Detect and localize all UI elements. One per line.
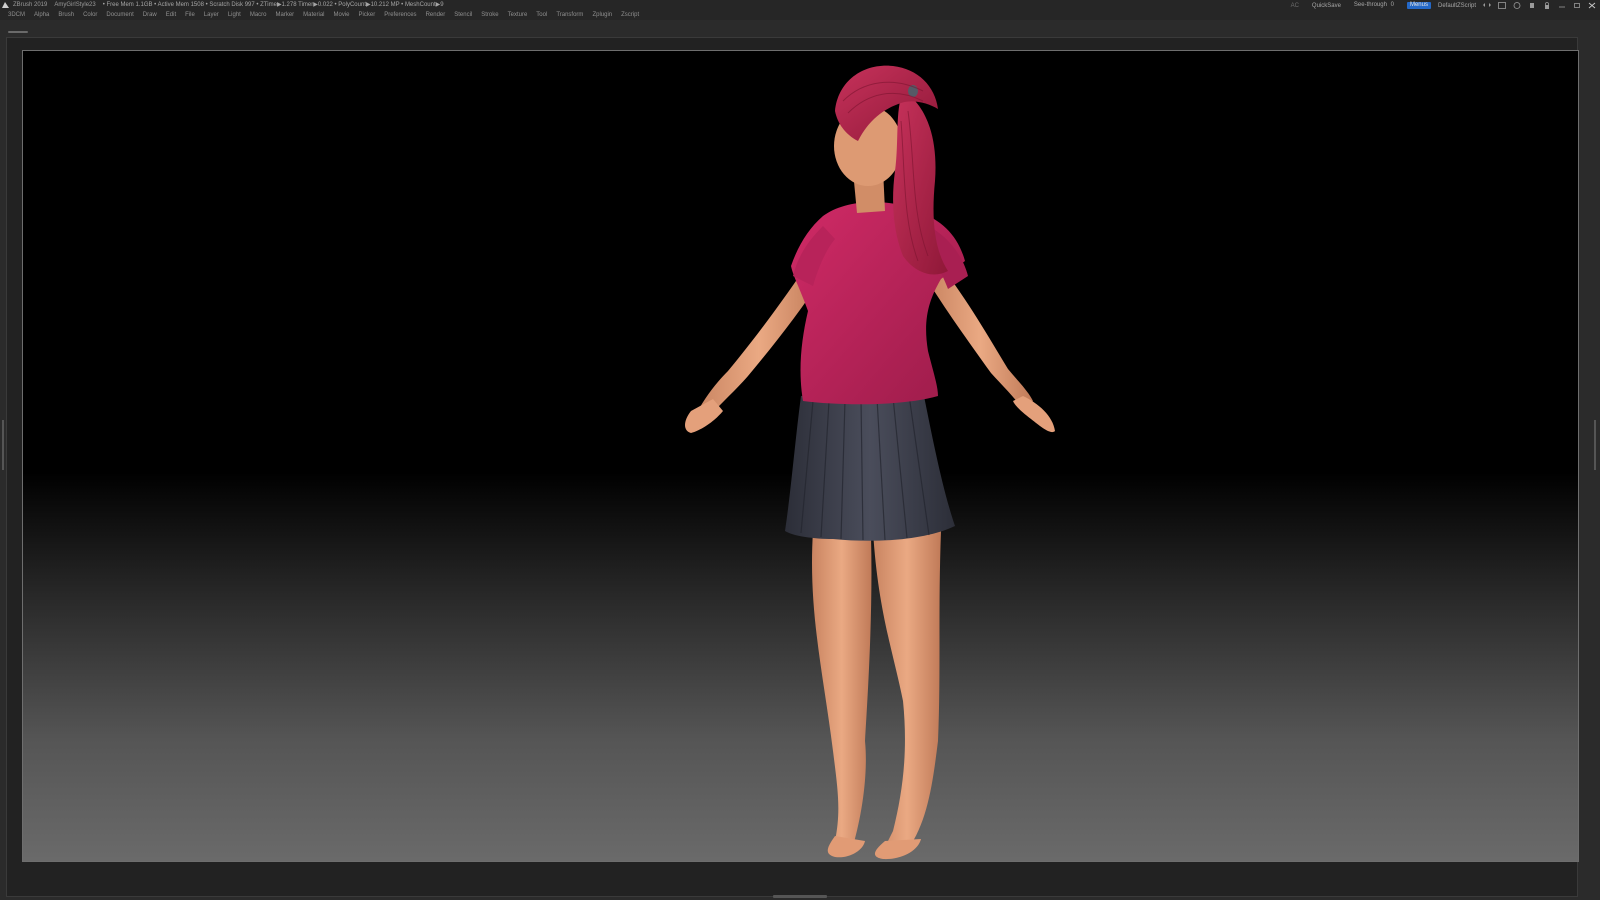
menu-stroke[interactable]: Stroke — [481, 10, 498, 20]
see-through-label: See-through — [1353, 2, 1387, 8]
menu-3dcm[interactable]: 3DCM — [8, 10, 25, 20]
close-icon[interactable] — [1588, 2, 1596, 9]
memory-stats: • Free Mem 1.1GB • Active Mem 1508 • Scr… — [102, 2, 444, 8]
menu-document[interactable]: Document — [106, 10, 133, 20]
minimize-icon[interactable] — [1558, 2, 1566, 9]
zbrush-logo-icon — [2, 1, 9, 9]
menu-brush[interactable]: Brush — [58, 10, 74, 20]
menu-color[interactable]: Color — [83, 10, 97, 20]
menu-material[interactable]: Material — [303, 10, 324, 20]
right-tray-handle[interactable] — [1594, 420, 1596, 470]
right-leg — [873, 531, 941, 851]
left-tray-handle[interactable] — [2, 420, 4, 470]
skirt — [785, 391, 955, 541]
see-through-value: 0 — [1390, 2, 1394, 8]
menu-edit[interactable]: Edit — [166, 10, 176, 20]
color-scheme-icon[interactable] — [1513, 2, 1521, 9]
menu-zplugin[interactable]: Zplugin — [592, 10, 612, 20]
right-hand — [1013, 396, 1055, 433]
menu-preferences[interactable]: Preferences — [384, 10, 416, 20]
left-leg — [812, 531, 872, 846]
menu-file[interactable]: File — [185, 10, 195, 20]
layout-arrows-icon[interactable] — [1483, 2, 1491, 9]
menu-draw[interactable]: Draw — [143, 10, 157, 20]
menu-macro[interactable]: Macro — [250, 10, 267, 20]
menu-movie[interactable]: Movie — [334, 10, 350, 20]
quicksave-button[interactable]: QuickSave — [1312, 1, 1341, 11]
menu-tool[interactable]: Tool — [536, 10, 547, 20]
menu-stencil[interactable]: Stencil — [454, 10, 472, 20]
default-zscript-button[interactable]: DefaultZScript — [1438, 1, 1476, 11]
right-arm — [928, 266, 1033, 409]
ui-layout-icon[interactable] — [1498, 2, 1506, 9]
right-foot — [874, 839, 921, 860]
title-bar: ZBrush 2019 AmyGirlStyle23 • Free Mem 1.… — [0, 0, 1600, 11]
menu-zscript[interactable]: Zscript — [621, 10, 639, 20]
shelf-handle[interactable] — [8, 31, 28, 33]
menu-marker[interactable]: Marker — [276, 10, 295, 20]
ac-button[interactable]: AC — [1291, 1, 1299, 11]
menu-light[interactable]: Light — [228, 10, 241, 20]
help-icon[interactable] — [1528, 2, 1536, 9]
menu-transform[interactable]: Transform — [556, 10, 583, 20]
bottom-tray-handle[interactable] — [773, 895, 827, 898]
left-foot — [827, 836, 865, 858]
app-name: ZBrush 2019 — [13, 2, 48, 8]
menu-texture[interactable]: Texture — [508, 10, 528, 20]
lock-icon[interactable] — [1543, 2, 1551, 9]
menu-render[interactable]: Render — [426, 10, 446, 20]
menu-picker[interactable]: Picker — [359, 10, 376, 20]
top-shelf — [0, 20, 1600, 36]
document-name: AmyGirlStyle23 — [54, 2, 96, 8]
menu-bar: 3DCM Alpha Brush Color Document Draw Edi… — [0, 10, 1600, 20]
character-model[interactable] — [23, 51, 1579, 862]
restore-icon[interactable] — [1573, 2, 1581, 9]
menus-toggle[interactable]: Menus — [1406, 2, 1431, 9]
viewport-canvas[interactable] — [22, 50, 1579, 862]
menu-alpha[interactable]: Alpha — [34, 10, 49, 20]
menu-layer[interactable]: Layer — [204, 10, 219, 20]
